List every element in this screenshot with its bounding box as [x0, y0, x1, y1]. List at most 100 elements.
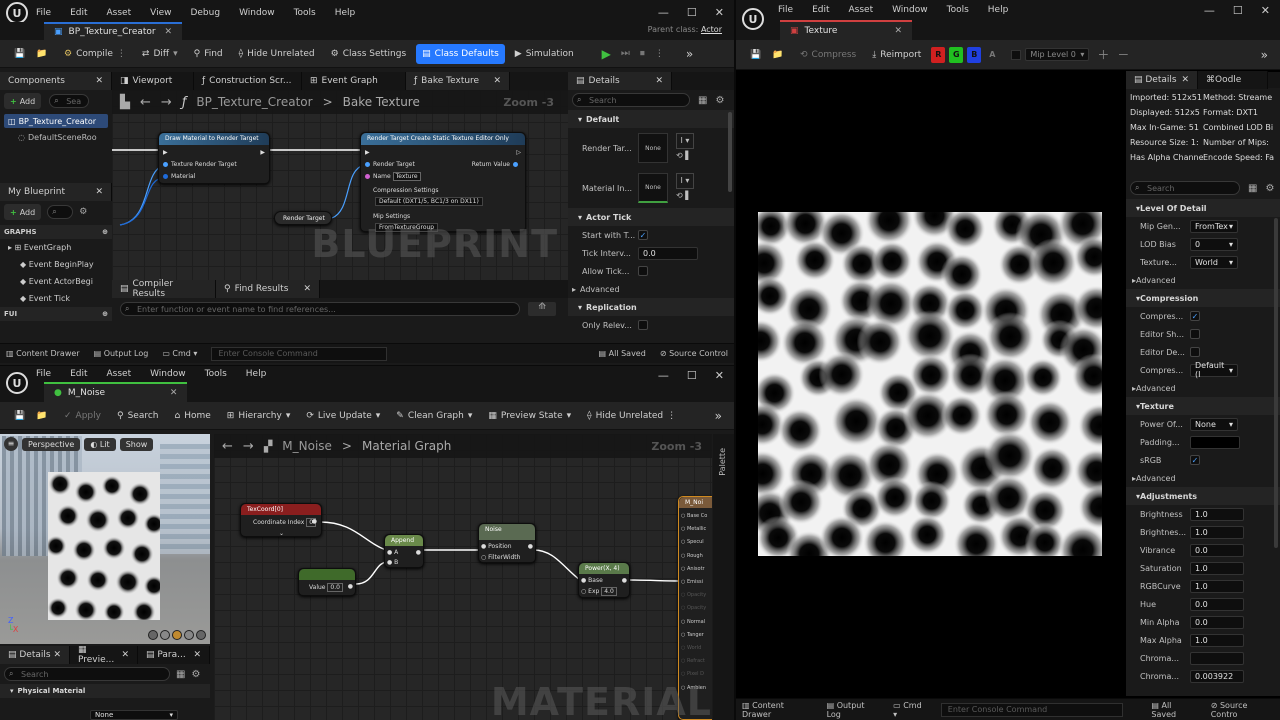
close-icon[interactable]: ✕ — [1261, 4, 1270, 17]
tab-compiler-results[interactable]: ▤ Compiler Results — [112, 279, 216, 299]
overflow-icon[interactable]: » — [715, 409, 722, 423]
property-dropdown[interactable]: None ▾ — [1190, 417, 1238, 431]
details-search[interactable]: Search — [572, 93, 690, 107]
stop-icon[interactable]: ⏹ — [640, 48, 645, 59]
my-blueprint-search[interactable] — [47, 205, 74, 219]
tab-details[interactable]: ▤ Details ✕ — [568, 72, 672, 90]
browse-icon[interactable]: 📁 — [772, 50, 783, 60]
node-pin[interactable]: Name Texture — [365, 172, 421, 181]
append-node[interactable]: Append ● A ● B ● — [384, 534, 424, 568]
alpha-channel-toggle[interactable]: A — [985, 47, 999, 63]
asset-picker-dropdown[interactable]: I ▾ — [676, 133, 694, 149]
output-pin[interactable]: ● — [348, 583, 353, 590]
component-root[interactable]: ◫ BP_Texture_Creator — [4, 114, 108, 128]
minimize-icon[interactable]: — — [658, 369, 669, 382]
property-checkbox[interactable]: ✓ — [1190, 455, 1200, 465]
menu-window[interactable]: Window — [150, 369, 186, 379]
exec-out-pin[interactable]: ▷ — [516, 149, 521, 156]
content-drawer-button[interactable]: ▥ Content Drawer — [742, 701, 813, 719]
advanced-toggle[interactable]: ▸ Advanced — [1126, 271, 1280, 289]
tab-find-results[interactable]: ⚲ Find Results ✕ — [216, 280, 320, 298]
red-channel-toggle[interactable]: R — [931, 46, 946, 63]
node-pin[interactable]: ● A — [387, 549, 398, 556]
phys-material-dropdown[interactable]: None ▾ — [90, 710, 178, 720]
property-dropdown[interactable]: World ▾ — [1190, 255, 1238, 269]
overflow-icon[interactable]: » — [1261, 48, 1268, 62]
constant-node[interactable]: Value 0.0 ● — [298, 568, 356, 596]
compression-dropdown[interactable]: Default (DXT1/5, BC1/3 on DX11) — [375, 197, 483, 206]
zoom-in-icon[interactable]: ＋ — [1097, 46, 1109, 63]
power-node[interactable]: Power(X, 4) ● Base ○ Exp 4.0 ● — [578, 562, 630, 598]
event-item[interactable]: ◆ Event BeginPlay — [8, 256, 112, 273]
output-log-button[interactable]: ▤ Output Log — [94, 349, 149, 358]
section-texture[interactable]: ▾ Texture — [1126, 397, 1280, 415]
output-node-pin[interactable]: ○ Anisotr — [679, 563, 712, 576]
texture-viewport[interactable] — [740, 72, 1122, 694]
property-checkbox[interactable]: ✓ — [1190, 329, 1200, 339]
output-pin[interactable]: ● — [528, 543, 533, 550]
menu-help[interactable]: Help — [988, 5, 1009, 15]
node-pin[interactable]: Texture Render Target — [163, 161, 237, 168]
output-node-pin[interactable]: ○ Opacity — [679, 602, 712, 615]
property-input[interactable]: 0.0 — [1190, 597, 1244, 611]
doc-tab-m-noise[interactable]: ● M_Noise ✕ — [44, 382, 188, 402]
add-function-icon[interactable]: ⊕ — [102, 310, 108, 318]
close-icon[interactable]: ✕ — [493, 76, 501, 86]
output-node-pin[interactable]: ○ Specul — [679, 536, 712, 549]
hide-unrelated-button[interactable]: ⟠ Hide Unrelated — [233, 44, 321, 64]
show-button[interactable]: Show — [119, 437, 154, 451]
asset-thumbnail[interactable]: None — [638, 173, 668, 203]
property-input[interactable]: 1.0 — [1190, 633, 1244, 647]
section-lod[interactable]: ▾ Level Of Detail — [1126, 199, 1280, 217]
mip-level-dropdown[interactable]: Mip Level 0 ▾ — [1025, 48, 1090, 61]
menu-asset[interactable]: Asset — [107, 369, 132, 379]
clean-graph-button[interactable]: ✎ Clean Graph ▾ — [390, 406, 478, 426]
asset-actions[interactable]: ⟲ ▌ — [676, 189, 694, 203]
table-view-icon[interactable]: ▦ — [698, 95, 707, 106]
start-with-tick-checkbox[interactable]: ✓ — [638, 230, 648, 240]
output-pin[interactable]: ● — [416, 549, 421, 556]
menu-help[interactable]: Help — [335, 8, 356, 18]
asset-actions[interactable]: ⟲ ▌ — [676, 149, 694, 163]
menu-edit[interactable]: Edit — [812, 5, 829, 15]
section-replication[interactable]: ▾ Replication — [568, 298, 734, 316]
doc-tab-texture[interactable]: ▣ Texture ✕ — [780, 20, 913, 40]
unreal-logo-icon[interactable]: U — [6, 2, 28, 24]
diff-button[interactable]: ⇄ Diff ▾ — [136, 44, 184, 64]
tick-interval-input[interactable]: 0.0 — [638, 246, 698, 260]
expand-node-icon[interactable]: ⌄ — [279, 530, 284, 537]
preview-state-button[interactable]: ▦ Preview State ▾ — [482, 406, 577, 426]
event-item[interactable]: ◆ Event Tick — [8, 290, 112, 307]
menu-asset[interactable]: Asset — [849, 5, 874, 15]
save-icon[interactable]: 💾 — [750, 50, 761, 60]
parent-class-value[interactable]: Actor — [701, 25, 722, 34]
exec-in-pin[interactable]: ▶ — [163, 149, 168, 156]
overflow-icon[interactable]: » — [686, 47, 693, 61]
unreal-logo-icon[interactable]: U — [742, 8, 764, 30]
menu-window[interactable]: Window — [239, 8, 275, 18]
graphs-section[interactable]: GRAPHS ⊕ — [0, 225, 112, 239]
blueprint-graph[interactable]: ▙ ← → ƒ BP_Texture_Creator > Bake Textur… — [112, 90, 568, 280]
maximize-icon[interactable]: ☐ — [1233, 4, 1243, 17]
console-input[interactable]: Enter Console Command — [940, 702, 1124, 717]
save-icon[interactable]: 💾 — [14, 49, 25, 59]
close-icon[interactable]: ✕ — [121, 650, 129, 660]
maximize-icon[interactable]: ☐ — [687, 6, 697, 19]
advanced-toggle[interactable]: ▸ Advanced — [1126, 469, 1280, 487]
tab-event-graph[interactable]: ⊞ Event Graph — [302, 72, 406, 90]
property-dropdown[interactable]: FromTex ▾ — [1190, 219, 1238, 233]
settings-icon[interactable]: ⚙ — [715, 95, 724, 106]
find-results-search[interactable]: Enter function or event name to find ref… — [120, 302, 520, 316]
section-default[interactable]: ▾ Default — [568, 110, 734, 128]
settings-icon[interactable]: ⚙ — [1265, 183, 1274, 194]
menu-asset[interactable]: Asset — [107, 8, 132, 18]
viewport-menu-button[interactable]: ≡ — [4, 437, 18, 451]
exec-in-pin[interactable]: ▶ — [365, 149, 370, 156]
table-view-icon[interactable]: ▦ — [176, 669, 185, 680]
close-icon[interactable]: ✕ — [53, 650, 61, 660]
mip-checkbox[interactable] — [1011, 49, 1022, 60]
green-channel-toggle[interactable]: G — [949, 46, 964, 63]
console-input[interactable]: Enter Console Command — [211, 346, 388, 361]
exp-input[interactable]: 4.0 — [601, 587, 617, 596]
close-icon[interactable]: ✕ — [715, 6, 724, 19]
